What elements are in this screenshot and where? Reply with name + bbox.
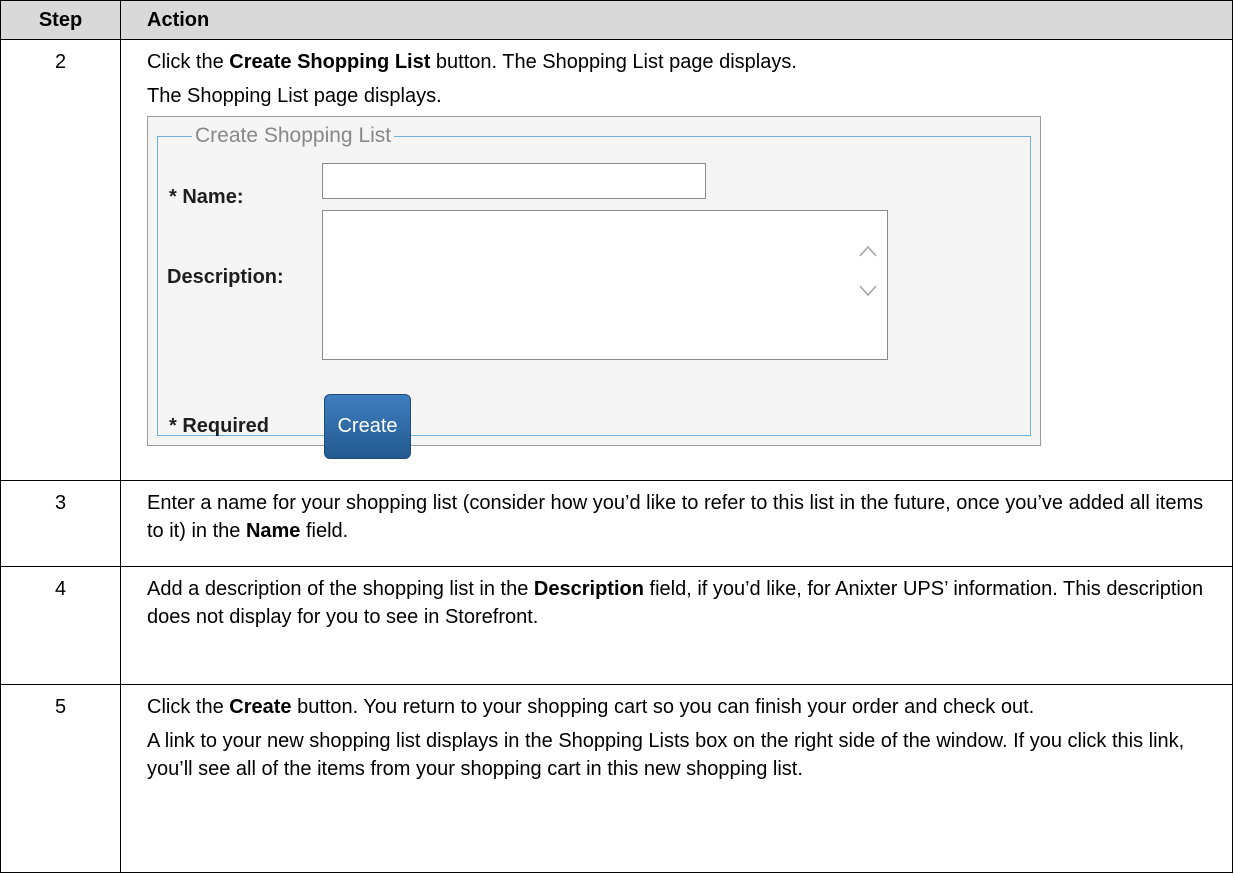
scroll-up-icon[interactable] (859, 245, 877, 257)
table-row: 4 Add a description of the shopping list… (0, 566, 1233, 685)
action-text: Click the Create Shopping List button. T… (147, 51, 797, 73)
step-number: 4 (0, 566, 121, 685)
action-text: The Shopping List page displays. (147, 85, 442, 107)
action-text: A link to your new shopping list display… (147, 730, 1185, 780)
description-textarea[interactable] (322, 210, 888, 360)
header-action: Action (120, 0, 1233, 40)
description-label: Description: (167, 266, 284, 288)
scroll-down-icon[interactable] (859, 285, 877, 297)
action-text: Add a description of the shopping list i… (147, 578, 1204, 628)
create-shopping-list-screenshot: Create Shopping List * Name: Description… (147, 116, 1041, 459)
required-note: * Required (169, 415, 270, 437)
header-step: Step (0, 0, 121, 40)
step-action: Enter a name for your shopping list (con… (120, 480, 1233, 567)
step-number: 2 (0, 39, 121, 481)
action-text: Click the Create button. You return to y… (147, 696, 1035, 718)
name-label: * Name: (169, 186, 244, 208)
table-header-row: Step Action (0, 0, 1233, 40)
step-action: Click the Create button. You return to y… (120, 684, 1233, 873)
step-action: Add a description of the shopping list i… (120, 566, 1233, 685)
table-row: 3 Enter a name for your shopping list (c… (0, 480, 1233, 567)
step-number: 3 (0, 480, 121, 567)
step-number: 5 (0, 684, 121, 873)
step-action: Click the Create Shopping List button. T… (120, 39, 1233, 481)
table-row: 2 Click the Create Shopping List button.… (0, 39, 1233, 481)
table-row: 5 Click the Create button. You return to… (0, 684, 1233, 873)
fieldset-legend: Create Shopping List (192, 124, 395, 148)
create-button[interactable]: Create (324, 394, 411, 459)
steps-table: Step Action 2 Click the Create Shopping … (0, 0, 1233, 873)
action-text: Enter a name for your shopping list (con… (147, 492, 1204, 542)
name-input[interactable] (322, 163, 706, 199)
